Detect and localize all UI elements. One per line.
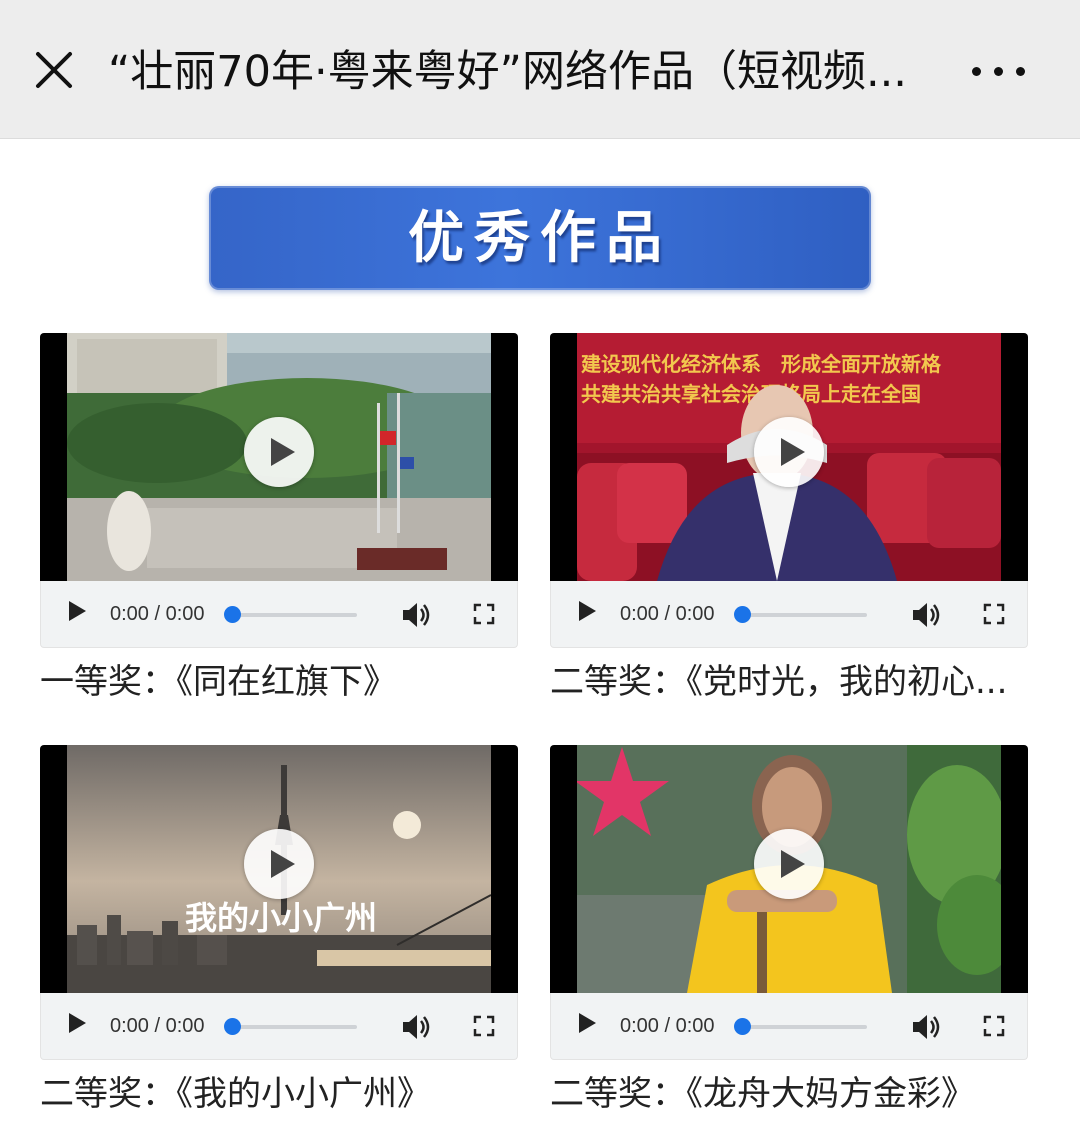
volume-icon[interactable] [911, 1013, 943, 1041]
progress-knob[interactable] [224, 1018, 241, 1035]
play-button-overlay[interactable] [754, 829, 824, 899]
video-controls: 0:00 / 0:00 [40, 993, 518, 1060]
volume-icon[interactable] [911, 601, 943, 629]
play-button-overlay[interactable] [244, 417, 314, 487]
progress-track[interactable] [739, 613, 867, 617]
fullscreen-icon[interactable] [473, 603, 495, 625]
time-display: 0:00 / 0:00 [620, 603, 715, 625]
play-icon[interactable] [579, 1013, 596, 1033]
progress-track[interactable] [739, 1025, 867, 1029]
video-caption: 二等奖：《我的小小广州》 [40, 1074, 431, 1114]
progress-knob[interactable] [734, 606, 751, 623]
play-icon[interactable] [69, 1013, 86, 1033]
fullscreen-icon[interactable] [983, 603, 1005, 625]
video-player[interactable] [550, 745, 1028, 993]
fullscreen-icon[interactable] [983, 1015, 1005, 1037]
progress-knob[interactable] [734, 1018, 751, 1035]
video-player[interactable]: 建设现代化经济体系 形成全面开放新格 共建共治共享社会治理格局上走在全国 [550, 333, 1028, 581]
time-display: 0:00 / 0:00 [110, 603, 205, 625]
close-icon[interactable] [30, 46, 80, 96]
video-caption: 一等奖：《同在红旗下》 [40, 662, 397, 702]
progress-knob[interactable] [224, 606, 241, 623]
time-display: 0:00 / 0:00 [110, 1015, 205, 1037]
video-player[interactable]: 我的小小广州 [40, 745, 518, 993]
play-icon[interactable] [69, 601, 86, 621]
video-caption: 二等奖：《龙舟大妈方金彩》 [550, 1074, 975, 1114]
video-controls: 0:00 / 0:00 [550, 993, 1028, 1060]
banner-title: 优秀作品 [408, 205, 672, 271]
play-icon[interactable] [579, 601, 596, 621]
progress-track[interactable] [229, 1025, 357, 1029]
section-banner: 优秀作品 [209, 186, 871, 290]
top-bar: “壮丽70年·粤来粤好”网络作品（短视频... [0, 0, 1080, 139]
thumbnail-overlay-text: 我的小小广州 [185, 899, 377, 937]
volume-icon[interactable] [401, 1013, 433, 1041]
progress-track[interactable] [229, 613, 357, 617]
play-button-overlay[interactable] [754, 417, 824, 487]
banner-text-line-1: 建设现代化经济体系 形成全面开放新格 [581, 352, 942, 376]
video-controls: 0:00 / 0:00 [550, 581, 1028, 648]
video-controls: 0:00 / 0:00 [40, 581, 518, 648]
time-display: 0:00 / 0:00 [620, 1015, 715, 1037]
play-button-overlay[interactable] [244, 829, 314, 899]
volume-icon[interactable] [401, 601, 433, 629]
more-dots-icon[interactable] [972, 56, 1032, 86]
video-player[interactable] [40, 333, 518, 581]
video-caption: 二等奖：《党时光，我的初心... [550, 662, 1008, 702]
fullscreen-icon[interactable] [473, 1015, 495, 1037]
page-title: “壮丽70年·粤来粤好”网络作品（短视频... [108, 47, 907, 97]
